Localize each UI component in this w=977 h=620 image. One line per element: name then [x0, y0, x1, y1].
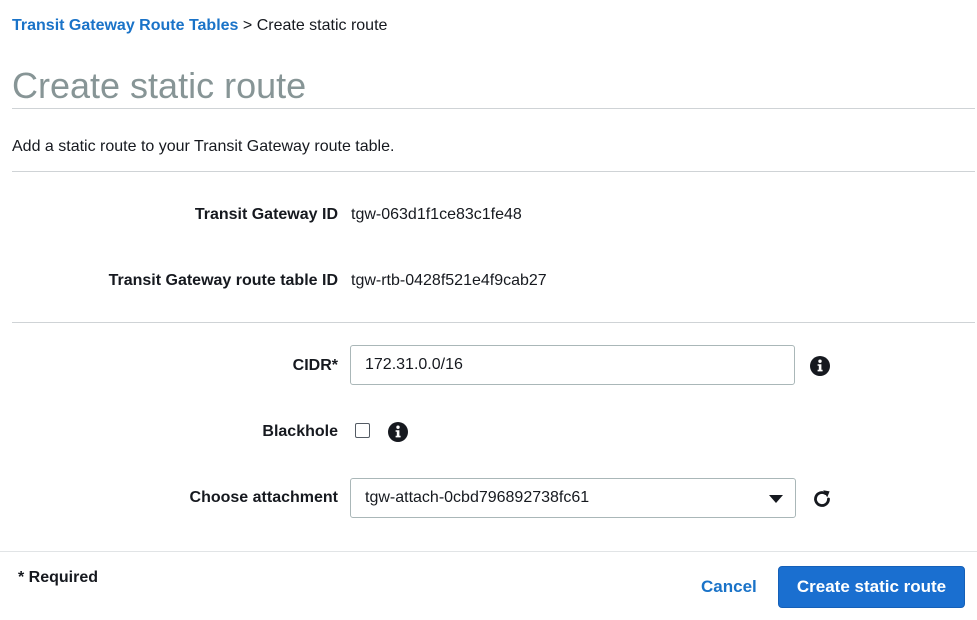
caret-down-icon	[769, 495, 783, 503]
create-static-route-button[interactable]: Create static route	[778, 566, 965, 608]
attachment-select-value: tgw-attach-0cbd796892738fc61	[365, 489, 590, 506]
required-note: * Required	[18, 569, 99, 586]
tgw-id-value: tgw-063d1f1ce83c1fe48	[351, 206, 522, 223]
breadcrumb-link-route-tables[interactable]: Transit Gateway Route Tables	[12, 17, 238, 34]
cancel-button[interactable]: Cancel	[701, 577, 757, 597]
blackhole-label: Blackhole	[262, 423, 338, 440]
blackhole-info-icon[interactable]	[388, 422, 408, 442]
breadcrumb-current: Create static route	[256, 17, 388, 34]
cidr-label: CIDR*	[292, 357, 338, 374]
route-table-id-label: Transit Gateway route table ID	[108, 272, 338, 289]
page-description: Add a static route to your Transit Gatew…	[12, 138, 395, 155]
cidr-input[interactable]	[350, 345, 795, 385]
attachment-label: Choose attachment	[189, 489, 338, 506]
details-divider	[12, 322, 975, 323]
page-title: Create static route	[12, 65, 307, 106]
refresh-icon[interactable]	[810, 487, 834, 511]
breadcrumb-separator: >	[242, 17, 253, 34]
breadcrumb: Transit Gateway Route Tables > Create st…	[12, 16, 387, 36]
create-static-route-page: Transit Gateway Route Tables > Create st…	[0, 0, 977, 620]
title-divider	[12, 108, 975, 109]
cidr-info-icon[interactable]	[810, 356, 830, 376]
attachment-select[interactable]: tgw-attach-0cbd796892738fc61	[350, 478, 796, 518]
description-divider	[12, 171, 975, 172]
tgw-id-label: Transit Gateway ID	[194, 206, 338, 223]
blackhole-checkbox[interactable]	[355, 423, 370, 438]
route-table-id-value: tgw-rtb-0428f521e4f9cab27	[351, 272, 547, 289]
footer-divider	[0, 551, 977, 552]
